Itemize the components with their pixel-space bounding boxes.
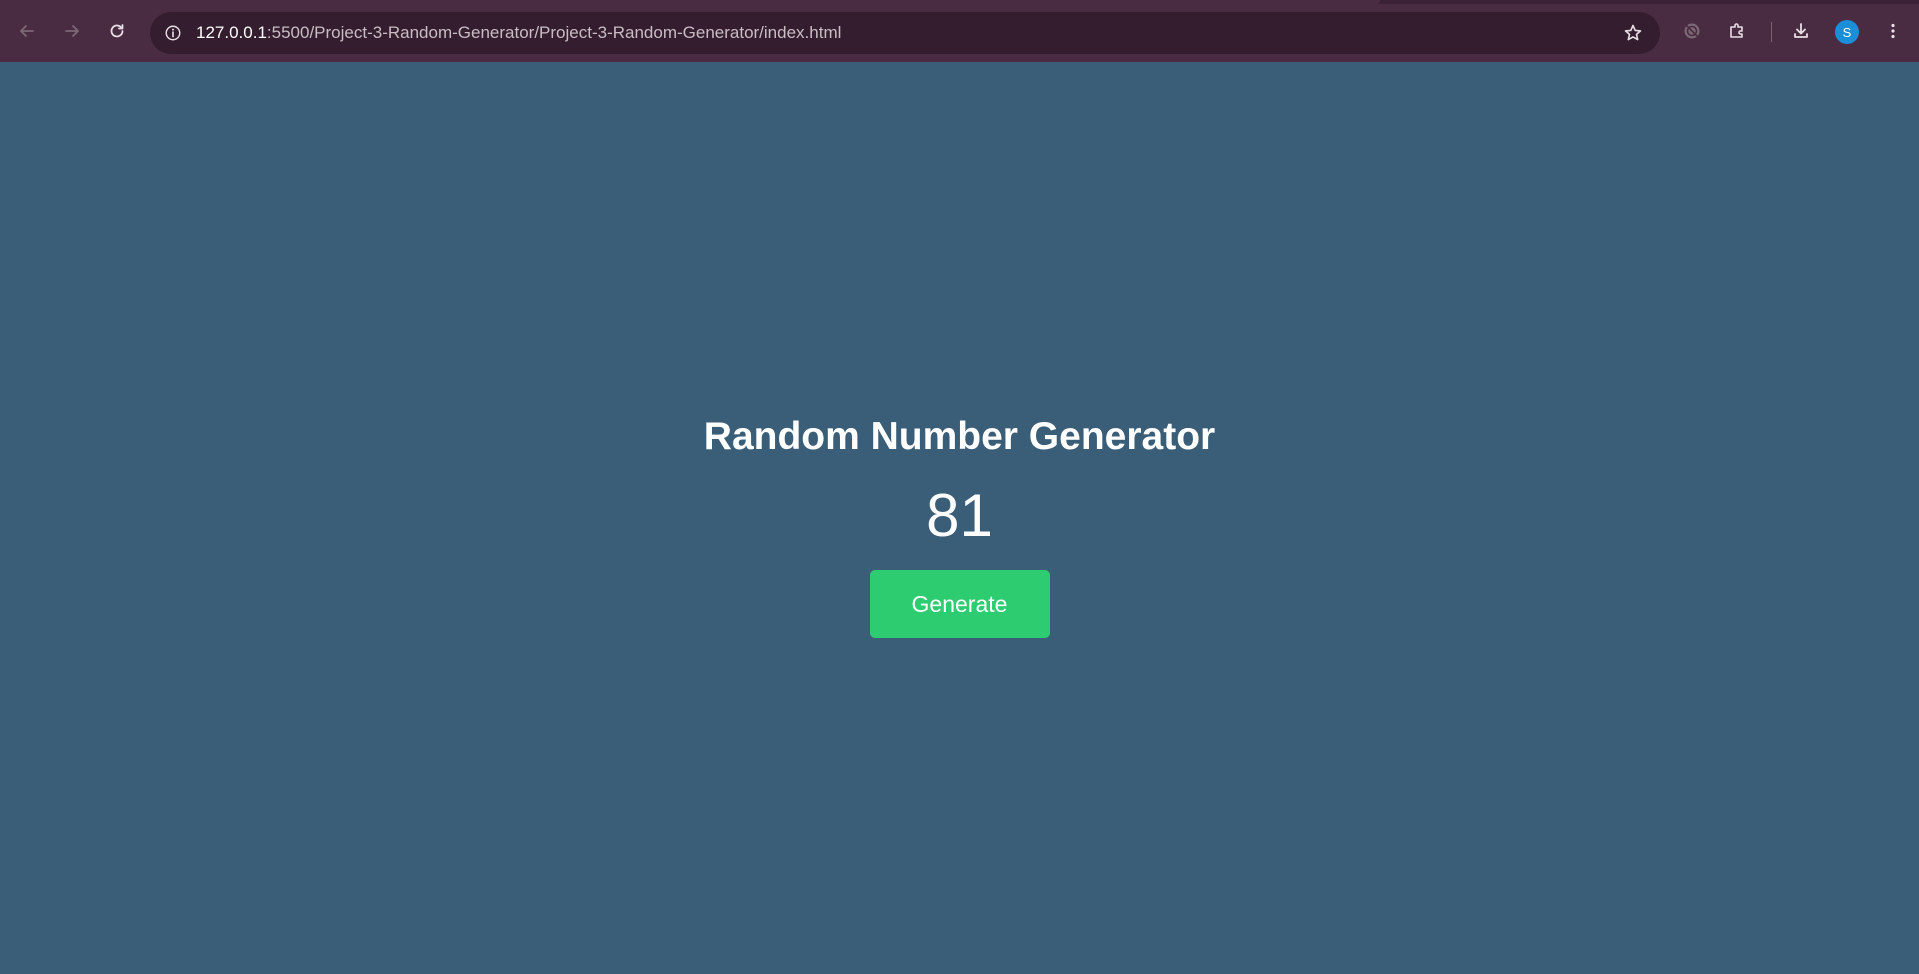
extension-blocked-icon (1684, 23, 1700, 39)
back-arrow-icon (20, 25, 34, 37)
downloads-button[interactable] (1786, 16, 1816, 46)
page-content: Random Number Generator 81 Generate (0, 62, 1919, 974)
reload-button[interactable] (102, 16, 132, 46)
bookmark-button[interactable] (1618, 18, 1648, 48)
downloads-icon (1794, 23, 1808, 38)
tab-strip (0, 0, 1919, 4)
menu-kebab-icon (1891, 23, 1895, 39)
reload-icon (110, 24, 124, 38)
toolbar-divider (1771, 22, 1772, 42)
extensions-button[interactable] (1722, 16, 1752, 46)
bookmark-star-icon (1624, 24, 1642, 41)
url-path: :5500/Project-3-Random-Generator/Project… (266, 23, 842, 42)
profile-avatar[interactable]: S (1835, 20, 1859, 44)
site-info-icon (165, 25, 181, 41)
random-number-display: 81 (926, 482, 993, 549)
back-button[interactable] (12, 16, 42, 46)
forward-button[interactable] (57, 16, 87, 46)
extension-blocked-button[interactable] (1677, 16, 1707, 46)
site-info-button[interactable] (158, 18, 188, 48)
page-title: Random Number Generator (703, 415, 1216, 458)
url-host: 127.0.0.1 (196, 23, 267, 42)
browser-menu-button[interactable] (1878, 16, 1908, 46)
forward-arrow-icon (65, 25, 79, 37)
generate-button[interactable]: Generate (869, 570, 1050, 638)
url-text[interactable]: 127.0.0.1:5500/Project-3-Random-Generato… (196, 12, 841, 54)
browser-toolbar: 127.0.0.1:5500/Project-3-Random-Generato… (0, 0, 1919, 62)
extensions-puzzle-icon (1730, 23, 1743, 38)
generator-container: Random Number Generator 81 Generate (0, 414, 1919, 638)
address-bar[interactable]: 127.0.0.1:5500/Project-3-Random-Generato… (150, 12, 1660, 54)
active-tab[interactable] (0, 0, 1380, 4)
